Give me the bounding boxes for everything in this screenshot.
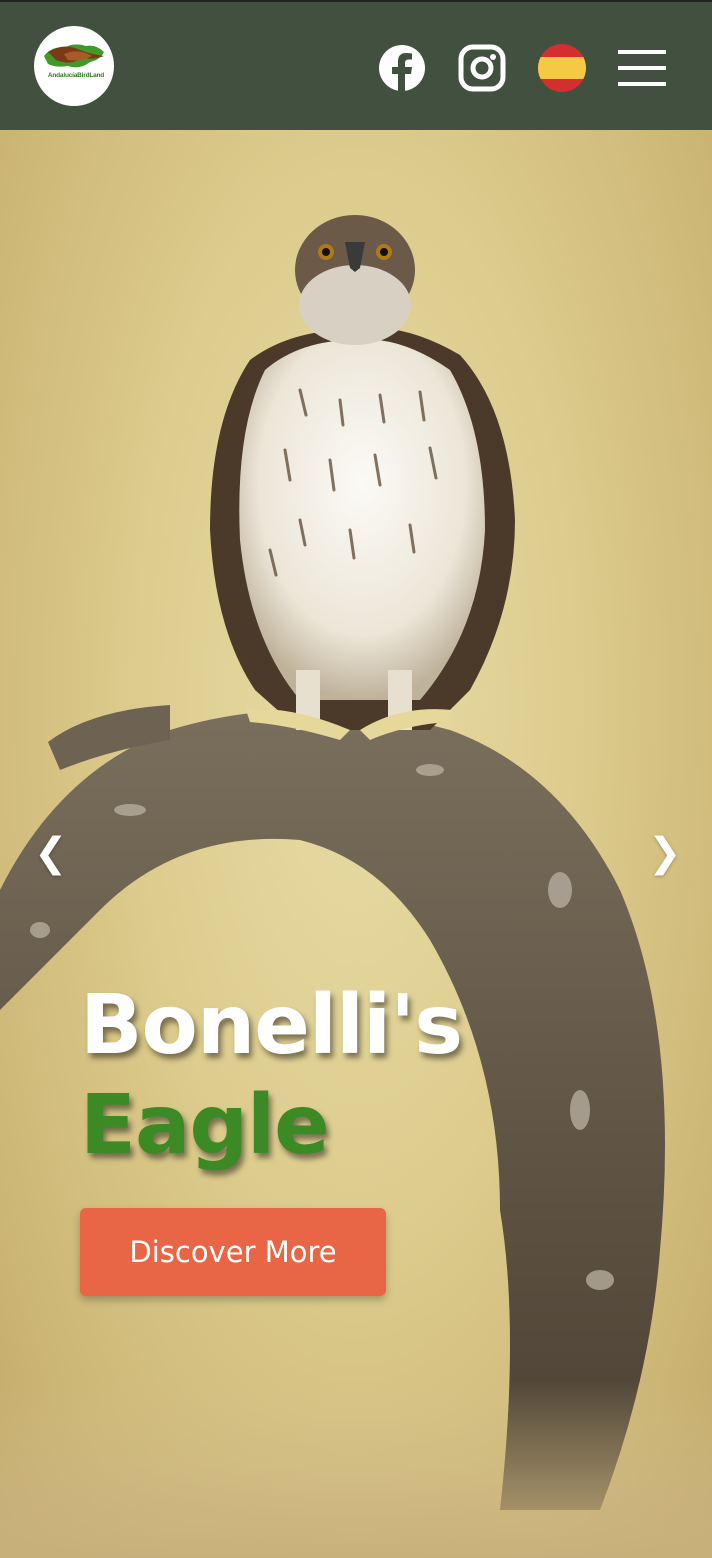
language-switch-spanish[interactable] (538, 44, 586, 92)
hero-title-line1: Bonelli's (80, 978, 463, 1073)
spanish-flag-icon (538, 44, 586, 92)
instagram-link[interactable] (458, 44, 506, 92)
hero-slider: ❮ ❯ Bonelli's Eagle Discover More (0, 130, 712, 1558)
slider-next-arrow[interactable]: ❯ (648, 830, 682, 876)
page: AndalucíaBirdLand ❮ ❯ Bonelli's Eagle Di… (0, 0, 712, 1558)
menu-button[interactable] (618, 48, 666, 88)
facebook-icon (379, 45, 425, 91)
site-header: AndalucíaBirdLand (0, 0, 712, 130)
eagle (210, 215, 515, 740)
hero-eagle-image (0, 215, 712, 1558)
logo-map-icon (44, 44, 104, 68)
hamburger-menu-icon (618, 50, 666, 86)
facebook-link[interactable] (378, 44, 426, 92)
hero-title-line2: Eagle (80, 1078, 330, 1173)
instagram-icon (458, 44, 506, 92)
site-logo[interactable]: AndalucíaBirdLand (34, 26, 114, 106)
slider-prev-arrow[interactable]: ❮ (34, 830, 68, 876)
logo-text: AndalucíaBirdLand (47, 72, 105, 79)
hero-title: Bonelli's Eagle (80, 976, 463, 1176)
discover-more-button[interactable]: Discover More (80, 1208, 386, 1296)
